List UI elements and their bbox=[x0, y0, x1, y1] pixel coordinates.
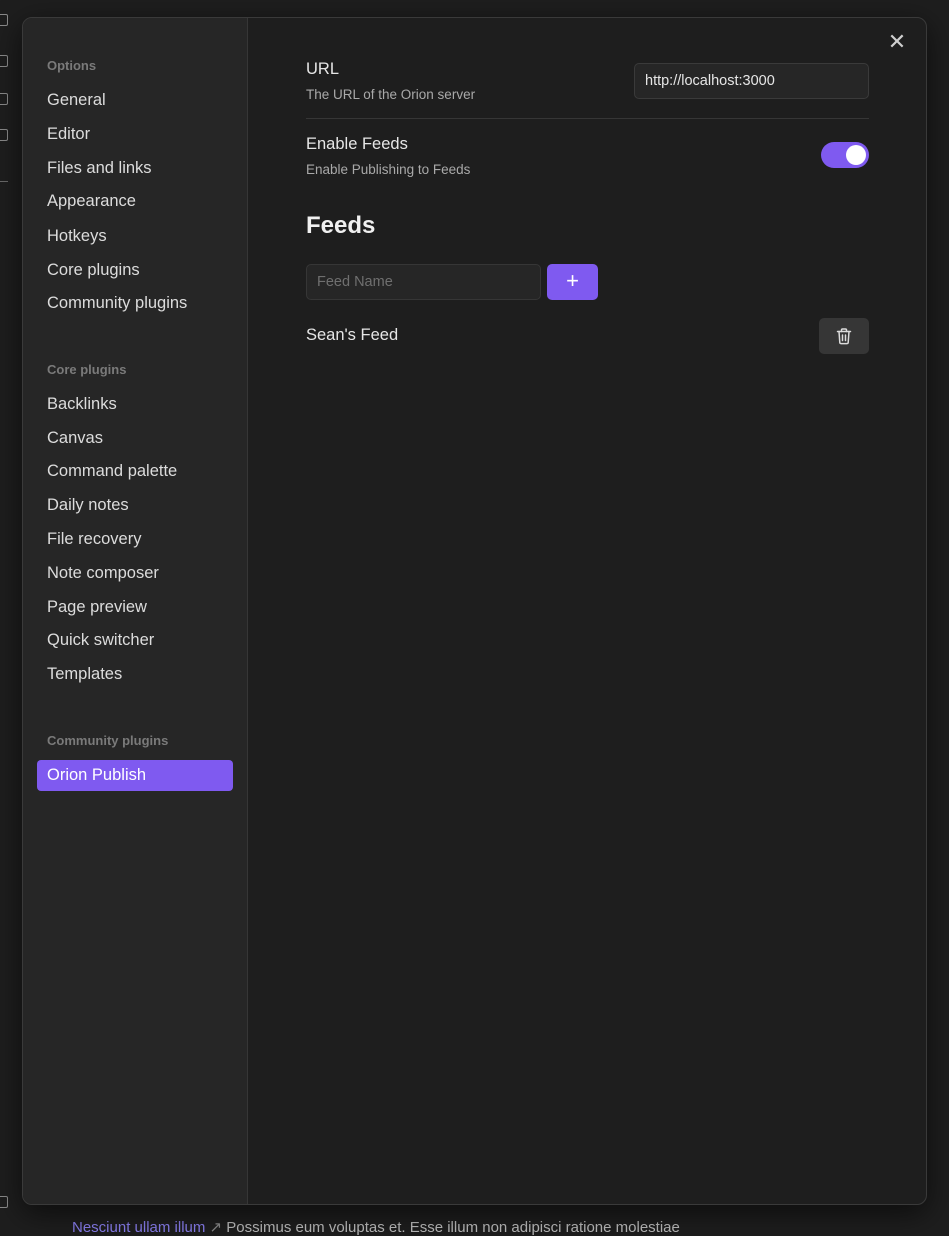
toggle-knob bbox=[846, 145, 866, 165]
sidebar-item-community-plugins[interactable]: Community plugins bbox=[37, 288, 233, 319]
ribbon-templates-icon[interactable] bbox=[0, 129, 8, 141]
sidebar-item-editor[interactable]: Editor bbox=[37, 119, 233, 150]
sidebar-item-core-plugins[interactable]: Core plugins bbox=[37, 255, 233, 286]
setting-divider bbox=[306, 118, 869, 119]
feed-name-input[interactable] bbox=[306, 264, 541, 300]
ribbon-canvas-icon[interactable] bbox=[0, 55, 8, 67]
external-link-icon: ↗ bbox=[209, 1219, 223, 1236]
enable-feeds-setting-name: Enable Feeds bbox=[306, 135, 408, 153]
enable-feeds-toggle[interactable] bbox=[821, 142, 869, 168]
feed-item-name: Sean's Feed bbox=[306, 326, 399, 344]
sidebar-item-note-composer[interactable]: Note composer bbox=[37, 558, 233, 589]
sidebar-item-command-palette[interactable]: Command palette bbox=[37, 456, 233, 487]
url-setting-name: URL bbox=[306, 60, 340, 78]
trash-icon bbox=[836, 328, 852, 345]
enable-feeds-setting-description: Enable Publishing to Feeds bbox=[306, 162, 471, 177]
ribbon-graph-icon[interactable] bbox=[0, 14, 8, 26]
sidebar-item-canvas[interactable]: Canvas bbox=[37, 423, 233, 454]
sidebar-item-file-recovery[interactable]: File recovery bbox=[37, 524, 233, 555]
left-ribbon bbox=[0, 0, 14, 1231]
community-plugins-section-title: Community plugins bbox=[47, 733, 169, 748]
background-note-text: Nesciunt ullam illum ↗ Possimus eum volu… bbox=[72, 1218, 680, 1236]
sidebar-item-orion-publish[interactable]: Orion Publish bbox=[37, 760, 233, 791]
sidebar-item-files-and-links[interactable]: Files and links bbox=[37, 153, 233, 184]
background-note-body: Possimus eum voluptas et. Esse illum non… bbox=[226, 1219, 680, 1236]
ribbon-settings-icon[interactable] bbox=[0, 1196, 8, 1208]
settings-sidebar: Options General Editor Files and links A… bbox=[23, 18, 248, 1204]
core-plugins-section-title: Core plugins bbox=[47, 362, 127, 377]
sidebar-item-backlinks[interactable]: Backlinks bbox=[37, 389, 233, 420]
add-feed-button[interactable]: + bbox=[547, 264, 598, 300]
sidebar-item-daily-notes[interactable]: Daily notes bbox=[37, 490, 233, 521]
url-setting-description: The URL of the Orion server bbox=[306, 87, 476, 102]
sidebar-item-appearance[interactable]: Appearance bbox=[37, 186, 233, 217]
settings-content: URL The URL of the Orion server http://l… bbox=[306, 18, 896, 1204]
background-note-link[interactable]: Nesciunt ullam illum bbox=[72, 1219, 205, 1236]
sidebar-item-page-preview[interactable]: Page preview bbox=[37, 592, 233, 623]
options-section-title: Options bbox=[47, 58, 97, 73]
ribbon-calendar-icon[interactable] bbox=[0, 93, 8, 105]
sidebar-item-hotkeys[interactable]: Hotkeys bbox=[37, 221, 233, 252]
plus-icon: + bbox=[566, 268, 579, 293]
feeds-heading: Feeds bbox=[306, 212, 376, 239]
sidebar-item-templates[interactable]: Templates bbox=[37, 659, 233, 690]
url-input[interactable]: http://localhost:3000 bbox=[634, 63, 869, 99]
settings-modal: Options General Editor Files and links A… bbox=[22, 17, 927, 1205]
ribbon-divider bbox=[0, 181, 8, 182]
sidebar-item-general[interactable]: General bbox=[37, 85, 233, 116]
sidebar-item-quick-switcher[interactable]: Quick switcher bbox=[37, 625, 233, 656]
delete-feed-button[interactable] bbox=[819, 318, 869, 354]
